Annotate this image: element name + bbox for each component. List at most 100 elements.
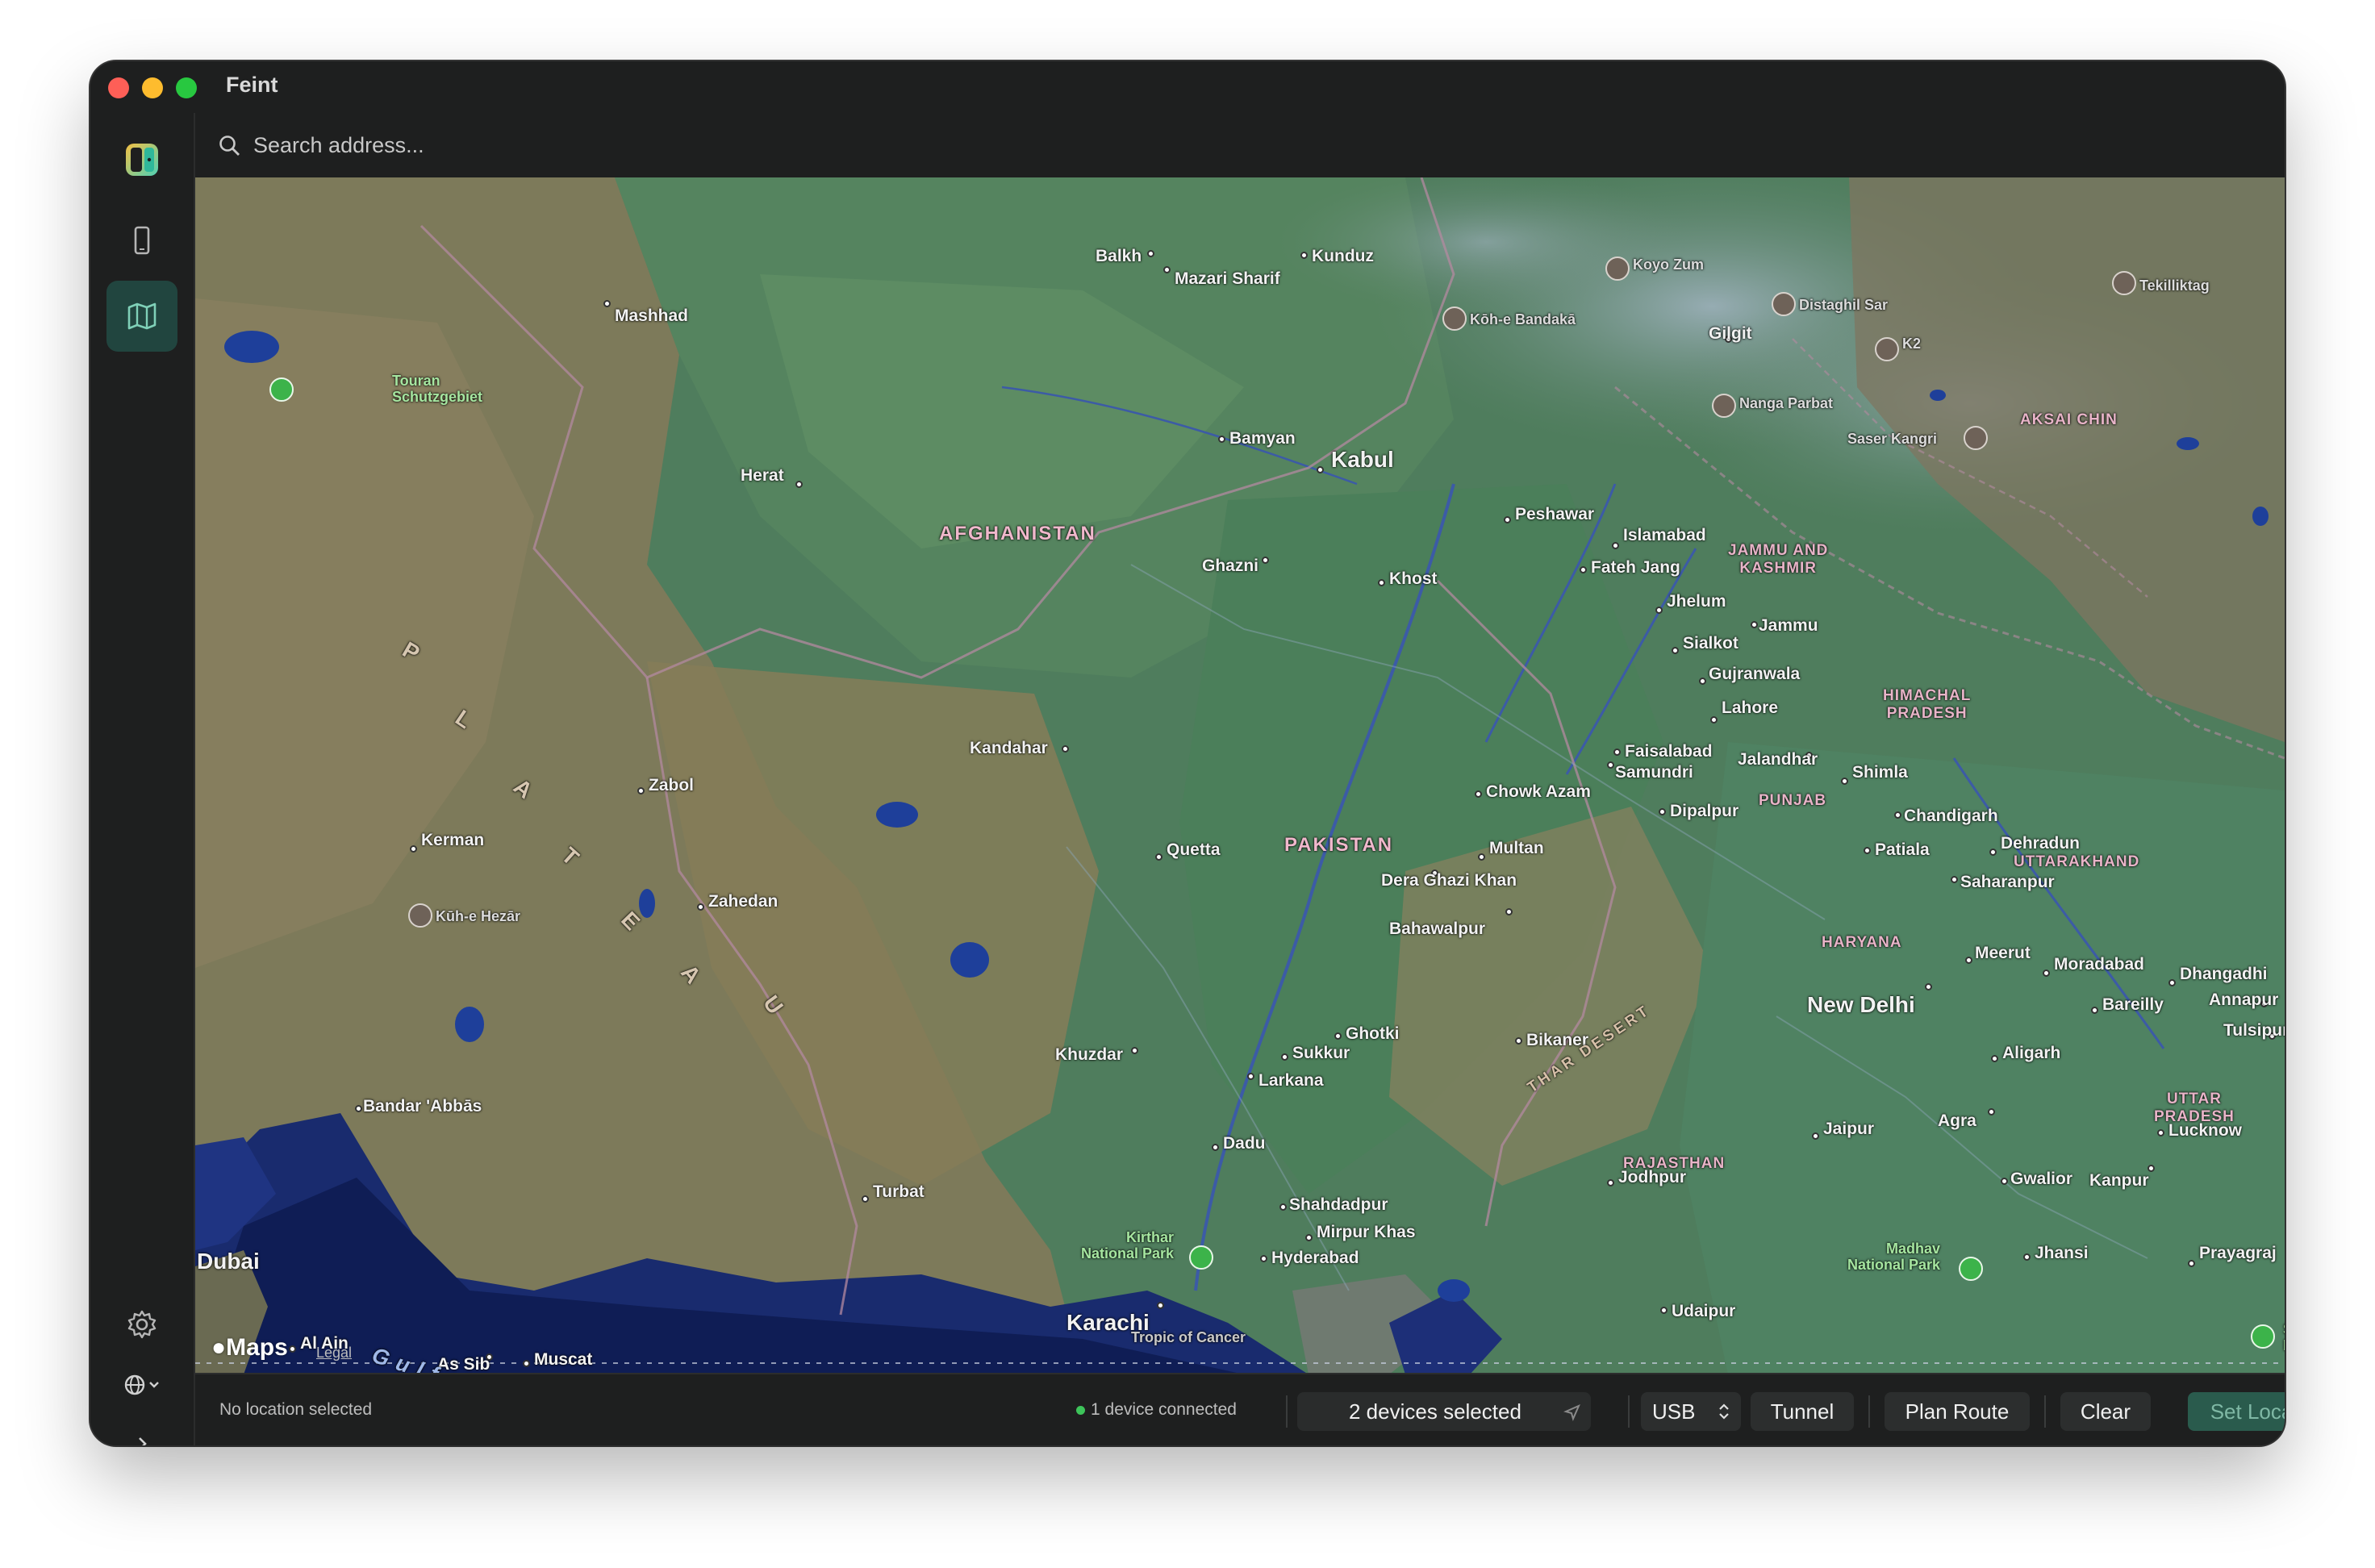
city-marker	[1131, 1047, 1138, 1054]
city-marker	[1655, 607, 1663, 614]
city-label: Chandigarh	[1904, 807, 1998, 825]
city-label: Mazari Sharif	[1175, 269, 1280, 288]
city-marker	[1991, 1055, 1998, 1062]
city-label: Kanpur	[2089, 1171, 2149, 1190]
city-label: Jaipur	[1823, 1120, 1875, 1138]
divider	[1628, 1395, 1630, 1428]
peak-label: Saser Kangri	[1847, 431, 1938, 447]
city-label: Mirpur Khas	[1317, 1223, 1416, 1241]
search-icon	[219, 136, 240, 156]
city-label: Kunduz	[1312, 247, 1374, 265]
city-label: Shimla	[1852, 763, 1908, 782]
expand-sidebar-button[interactable]	[106, 1421, 177, 1445]
transport-select[interactable]: USB	[1641, 1392, 1741, 1431]
peak-label: Kūh-e Hezār	[436, 908, 521, 924]
city-marker	[603, 300, 611, 307]
city-label: Samundri	[1615, 763, 1693, 782]
up-down-chevron-icon	[1719, 1403, 1729, 1420]
city-label: Khost	[1389, 569, 1438, 588]
city-marker	[1062, 745, 1069, 753]
zoom-window-button[interactable]	[176, 77, 197, 98]
mountain-peak-icon	[408, 903, 432, 928]
city-marker	[1580, 566, 1587, 573]
city-label: Herat	[741, 466, 784, 485]
plan-route-button[interactable]: Plan Route	[1885, 1392, 2030, 1431]
app-logo[interactable]	[106, 124, 177, 195]
device-selector-button[interactable]: 2 devices selected	[1297, 1392, 1591, 1431]
device-icon	[134, 226, 150, 255]
region-label: UTTARAKHAND	[2014, 853, 2140, 870]
city-marker	[1699, 678, 1706, 685]
divider	[1286, 1395, 1288, 1428]
city-label: Fateh Jang	[1591, 558, 1680, 577]
city-label: Dehradun	[2001, 834, 2081, 853]
search-input[interactable]	[252, 124, 1223, 166]
peak-label: Koyo Zum	[1633, 256, 1704, 273]
title-bar: Feint	[90, 61, 2285, 113]
city-label: Kandahar	[970, 739, 1048, 757]
city-marker	[523, 1360, 530, 1367]
city-label: Jammu	[1759, 616, 1818, 635]
city-marker	[1262, 557, 1269, 564]
region-label: JAMMU AND KASHMIR	[1728, 542, 1829, 577]
city-marker	[1607, 1179, 1614, 1186]
city-label: Mashhad	[615, 307, 689, 325]
city-label: Hyderabad	[1271, 1249, 1359, 1267]
city-label: Bareilly	[2102, 995, 2164, 1014]
mountain-peak-icon	[1712, 394, 1736, 418]
mountain-peak-icon	[1605, 256, 1630, 281]
chevron-down-icon	[149, 1382, 159, 1388]
city-marker	[1812, 1132, 1819, 1140]
city-label: Multan	[1489, 839, 1544, 857]
minimize-window-button[interactable]	[142, 77, 163, 98]
map-view[interactable]: AFGHANISTAN PAKISTAN JAMMU AND KASHMIR H…	[195, 177, 2285, 1374]
city-marker	[1613, 749, 1621, 756]
close-window-button[interactable]	[108, 77, 129, 98]
city-label: Jhansi	[2035, 1244, 2089, 1262]
chevron-right-icon	[139, 1437, 147, 1445]
tunnel-button[interactable]: Tunnel	[1751, 1392, 1854, 1431]
sidebar	[90, 113, 195, 1445]
sidebar-item-map[interactable]	[106, 281, 177, 352]
location-status: No location selected	[219, 1400, 373, 1419]
city-marker	[1504, 516, 1511, 523]
city-marker	[1988, 1108, 1995, 1116]
city-label: Jhelum	[1667, 592, 1726, 611]
tropic-of-cancer-label: Tropic of Cancer	[1131, 1329, 1246, 1345]
park-label: Touran Schutzgebiet	[392, 373, 483, 405]
city-label: Zabol	[649, 776, 694, 794]
region-label: AKSAI CHIN	[2020, 411, 2118, 428]
city-marker	[2157, 1129, 2164, 1136]
city-label-new-delhi: New Delhi	[1807, 992, 1915, 1017]
clear-button[interactable]: Clear	[2060, 1392, 2151, 1431]
city-marker	[1612, 542, 1619, 549]
peak-label: Tekilliktag	[2139, 277, 2210, 294]
peak-label: K2	[1902, 336, 1922, 352]
settings-button[interactable]	[106, 1295, 177, 1353]
peak-label: Nanga Parbat	[1739, 395, 1834, 411]
peak-label: Kōh-e Bandakā	[1470, 311, 1576, 327]
city-label: Turbat	[873, 1182, 925, 1201]
city-label: Jalandhar	[1738, 750, 1818, 769]
city-marker	[2001, 1178, 2008, 1185]
city-label: Bahawalpur	[1389, 920, 1486, 938]
city-marker	[1710, 716, 1718, 724]
city-label: Quetta	[1167, 840, 1221, 859]
city-marker	[1660, 1307, 1668, 1314]
language-menu-button[interactable]	[106, 1358, 177, 1412]
country-label: PAKISTAN	[1284, 834, 1394, 856]
city-marker	[1334, 1032, 1342, 1040]
city-marker	[1965, 957, 1972, 964]
peak-label: Distaghil Sar	[1799, 297, 1889, 313]
city-marker	[1305, 1234, 1313, 1241]
city-label: Chowk Azam	[1486, 782, 1591, 801]
city-label-dubai: Dubai	[197, 1249, 260, 1274]
city-label: Kerman	[421, 831, 485, 849]
mountain-peak-icon	[1875, 337, 1899, 361]
park-icon	[1189, 1245, 1213, 1270]
legal-link[interactable]: Legal	[316, 1345, 352, 1362]
city-label: Jodhpur	[1618, 1168, 1686, 1186]
set-location-button[interactable]: Set Location	[2188, 1392, 2285, 1431]
sidebar-item-device[interactable]	[106, 205, 177, 276]
mountain-peak-icon	[1442, 307, 1467, 331]
